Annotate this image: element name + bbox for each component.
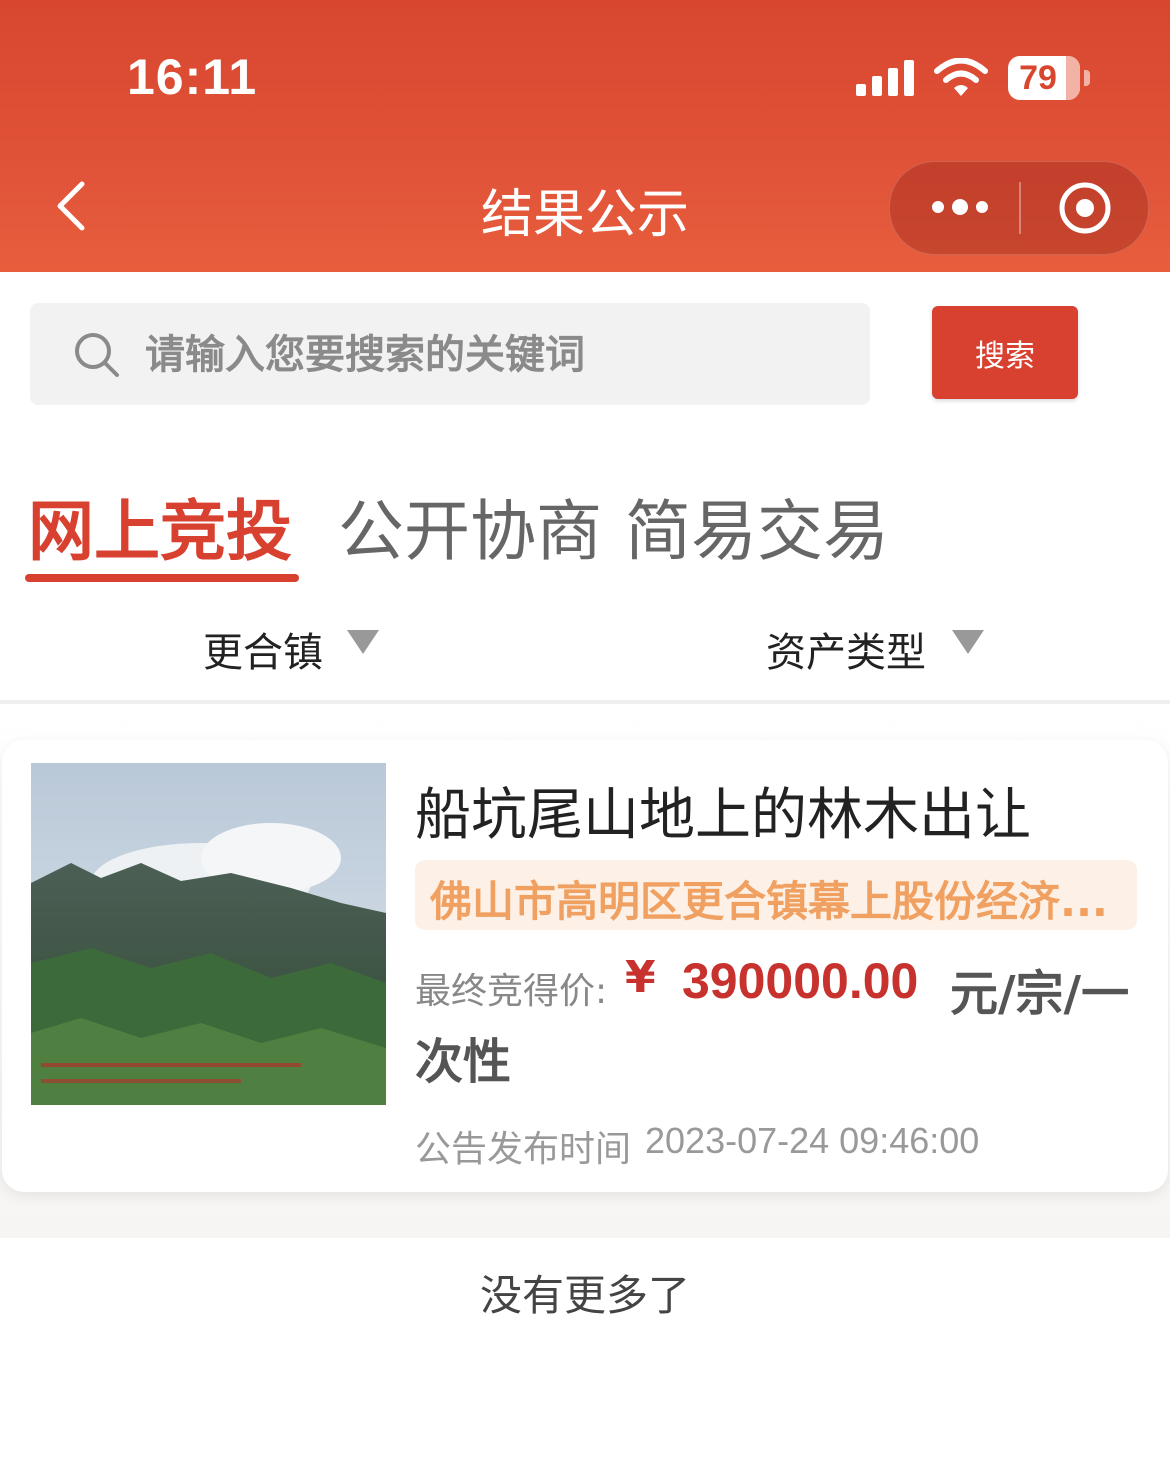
listing-title: 船坑尾山地上的林木出让 bbox=[415, 783, 1031, 848]
search-button[interactable]: 搜索 bbox=[932, 306, 1078, 399]
signal-icon bbox=[856, 60, 914, 96]
back-icon[interactable] bbox=[48, 178, 98, 234]
search-input[interactable] bbox=[145, 326, 845, 384]
filter-town[interactable]: 更合镇 bbox=[203, 620, 323, 678]
dropdown-triangle-icon[interactable] bbox=[345, 628, 381, 656]
price-unit-continued: 次性 bbox=[415, 1034, 512, 1090]
tab-online-bidding[interactable]: 网上竞投 bbox=[28, 478, 292, 574]
price-label: 最终竞得价: bbox=[415, 971, 608, 1012]
close-target-icon[interactable] bbox=[1058, 181, 1112, 235]
page-title: 结果公示 bbox=[480, 185, 689, 245]
battery-icon: 79 bbox=[1008, 56, 1080, 100]
more-icon[interactable] bbox=[930, 195, 990, 219]
org-name: 佛山市高明区更合镇幕上股份经济... bbox=[430, 877, 1108, 926]
tab-simple-transaction[interactable]: 简易交易 bbox=[625, 478, 889, 574]
no-more-text: 没有更多了 bbox=[479, 1271, 690, 1320]
publish-time: 2023-07-24 09:46:00 bbox=[645, 1120, 980, 1161]
currency-symbol: ¥ bbox=[625, 952, 656, 1003]
battery-level: 79 bbox=[1019, 59, 1057, 97]
capsule-divider bbox=[1019, 182, 1021, 234]
search-icon bbox=[75, 333, 119, 377]
final-price: 390000.00 bbox=[682, 953, 919, 1009]
listing-thumbnail[interactable] bbox=[31, 763, 386, 1105]
status-time: 16:11 bbox=[127, 49, 258, 105]
filter-asset-type[interactable]: 资产类型 bbox=[766, 620, 926, 678]
publish-time-label: 公告发布时间 bbox=[415, 1129, 632, 1170]
battery-cap bbox=[1084, 70, 1090, 86]
wifi-icon bbox=[934, 58, 988, 96]
tab-public-negotiation[interactable]: 公开协商 bbox=[338, 478, 602, 574]
dropdown-triangle-icon[interactable] bbox=[950, 628, 986, 656]
active-tab-indicator bbox=[25, 574, 299, 582]
price-unit: 元/宗/一 bbox=[950, 966, 1130, 1022]
